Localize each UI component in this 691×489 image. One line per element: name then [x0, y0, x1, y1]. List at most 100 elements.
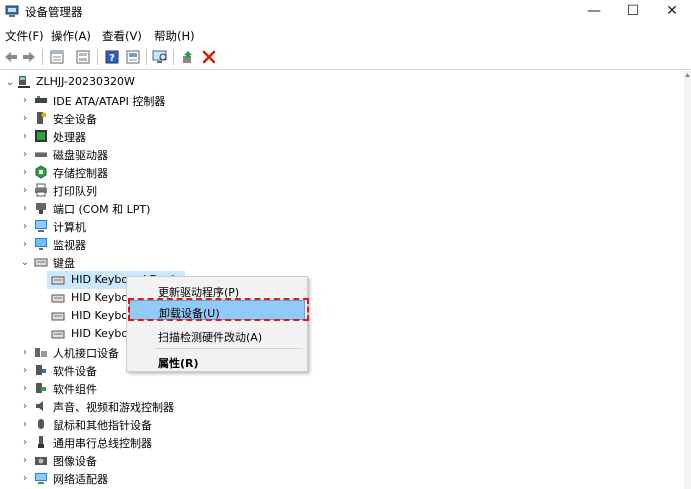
- software-component-icon: [36, 383, 46, 393]
- vertical-scrollbar[interactable]: [684, 71, 691, 489]
- chevron-right-icon[interactable]: ›: [20, 183, 30, 197]
- tree-category-keyboard[interactable]: ⌄ 键盘: [0, 253, 684, 271]
- monitor-icon: [35, 238, 47, 250]
- tree-category[interactable]: › 声音、视频和游戏控制器: [0, 397, 684, 415]
- chevron-right-icon[interactable]: ›: [20, 201, 30, 215]
- maximize-button[interactable]: ☐: [614, 0, 652, 22]
- back-button[interactable]: [2, 48, 20, 66]
- uninstall-button[interactable]: [200, 48, 218, 66]
- chevron-right-icon[interactable]: ›: [20, 417, 30, 431]
- menu-action[interactable]: 操作(A): [51, 28, 91, 44]
- ide-controller-icon: [35, 96, 47, 103]
- tree-category[interactable]: › 磁盘驱动器: [0, 145, 684, 163]
- toolbar-separator: [97, 49, 98, 65]
- keyboard-icon: [34, 258, 48, 267]
- tree-category[interactable]: › 打印队列: [0, 181, 684, 199]
- toolbar-separator: [173, 49, 174, 65]
- show-hidden-button[interactable]: [124, 48, 142, 66]
- tree-device[interactable]: HID Keybo: [0, 325, 684, 343]
- chevron-right-icon[interactable]: ›: [20, 399, 30, 413]
- tree-category-label: 软件设备: [53, 365, 97, 378]
- toolbar-separator: [146, 49, 147, 65]
- forward-icon: [23, 52, 35, 62]
- tree-category[interactable]: › 通用串行总线控制器: [0, 433, 684, 451]
- chevron-right-icon[interactable]: ›: [20, 435, 30, 449]
- minimize-icon: —: [587, 3, 601, 19]
- tree-device-label: HID Keybo: [71, 327, 129, 340]
- tree-category[interactable]: › 端口 (COM 和 LPT): [0, 199, 684, 217]
- toolbar: ?: [0, 44, 691, 70]
- camera-icon: [35, 457, 47, 465]
- title-bar: 设备管理器 — ☐ ✕: [0, 0, 691, 24]
- scan-hardware-button[interactable]: [151, 48, 169, 66]
- menu-item-scan-hardware[interactable]: 扫描检测硬件改动(A): [129, 325, 305, 345]
- tree-category[interactable]: › 人机接口设备: [0, 343, 684, 361]
- tree-category-label: 网络适配器: [53, 473, 108, 486]
- chevron-right-icon[interactable]: ›: [20, 93, 30, 107]
- chevron-right-icon[interactable]: ›: [20, 453, 30, 467]
- chevron-down-icon[interactable]: ⌄: [20, 255, 30, 269]
- update-driver-button[interactable]: [179, 48, 197, 66]
- tree-category[interactable]: › 处理器: [0, 127, 684, 145]
- scan-hardware-icon: [152, 50, 167, 63]
- tree-category[interactable]: › 软件组件: [0, 379, 684, 397]
- tree-device[interactable]: HID Keybo: [0, 289, 684, 307]
- maximize-icon: ☐: [626, 3, 640, 19]
- uninstall-icon: [202, 50, 216, 64]
- tree-device[interactable]: HID Keybo: [0, 307, 684, 325]
- chevron-right-icon[interactable]: ›: [20, 237, 30, 251]
- forward-button[interactable]: [20, 48, 38, 66]
- keyboard-icon: [51, 294, 65, 303]
- chevron-right-icon[interactable]: ›: [20, 165, 30, 179]
- chevron-right-icon[interactable]: ›: [20, 381, 30, 395]
- keyboard-icon: [51, 276, 65, 285]
- tree-root[interactable]: ⌄ ZLHJJ-20230320W: [0, 73, 684, 91]
- tree-category-label: 安全设备: [53, 113, 97, 126]
- menu-view[interactable]: 查看(V): [102, 28, 142, 44]
- menu-item-properties[interactable]: 属性(R): [129, 351, 305, 371]
- tree-category-label: 磁盘驱动器: [53, 149, 108, 162]
- menu-file[interactable]: 文件(F): [5, 28, 44, 44]
- scroll-up-icon[interactable]: [684, 71, 691, 79]
- menu-help[interactable]: 帮助(H): [154, 28, 195, 44]
- help-button[interactable]: ?: [103, 48, 121, 66]
- usb-icon: [38, 436, 44, 448]
- tree-category-label: 人机接口设备: [53, 347, 119, 360]
- annotation-highlight-frame: [128, 298, 309, 321]
- chevron-right-icon[interactable]: ›: [20, 219, 30, 233]
- tree-root-label: ZLHJJ-20230320W: [36, 75, 135, 88]
- tree-category[interactable]: › IDE ATA/ATAPI 控制器: [0, 91, 684, 109]
- printer-icon: [35, 183, 47, 197]
- tree-category[interactable]: › 鼠标和其他指针设备: [0, 415, 684, 433]
- toolbar-separator: [42, 49, 43, 65]
- chevron-right-icon[interactable]: ›: [20, 129, 30, 143]
- chevron-right-icon[interactable]: ›: [20, 111, 30, 125]
- network-adapter-icon: [35, 473, 47, 484]
- close-icon: ✕: [666, 3, 678, 19]
- chevron-right-icon[interactable]: ›: [20, 471, 30, 485]
- tree-category[interactable]: › 安全设备: [0, 109, 684, 127]
- chevron-right-icon[interactable]: ›: [20, 363, 30, 377]
- device-list-button[interactable]: [74, 48, 92, 66]
- tree-device-selected[interactable]: HID Keyboard Devi: [0, 271, 684, 289]
- tree-category[interactable]: › 图像设备: [0, 451, 684, 469]
- tree-category[interactable]: › 软件设备: [0, 361, 684, 379]
- chevron-down-icon[interactable]: ⌄: [5, 75, 15, 89]
- tree-category-label: 声音、视频和游戏控制器: [53, 401, 174, 414]
- menu-item-update-driver[interactable]: 更新驱动程序(P): [129, 280, 305, 300]
- chevron-right-icon[interactable]: ›: [20, 345, 30, 359]
- menu-item-label: 属性(R): [158, 357, 199, 370]
- chevron-right-icon[interactable]: ›: [20, 147, 30, 161]
- device-tree: ⌄ ZLHJJ-20230320W › IDE ATA/ATAPI 控制器 › …: [0, 71, 684, 489]
- tree-category[interactable]: › 网络适配器: [0, 469, 684, 487]
- close-button[interactable]: ✕: [653, 0, 691, 22]
- minimize-button[interactable]: —: [575, 0, 613, 22]
- menu-bar: 文件(F) 操作(A) 查看(V) 帮助(H): [0, 24, 691, 44]
- speaker-icon: [36, 401, 43, 411]
- window-title: 设备管理器: [25, 5, 83, 19]
- tree-category[interactable]: › 存储控制器: [0, 163, 684, 181]
- properties-pane-button[interactable]: [48, 48, 66, 66]
- tree-category[interactable]: › 监视器: [0, 235, 684, 253]
- device-list-icon: [76, 50, 90, 64]
- tree-category[interactable]: › 计算机: [0, 217, 684, 235]
